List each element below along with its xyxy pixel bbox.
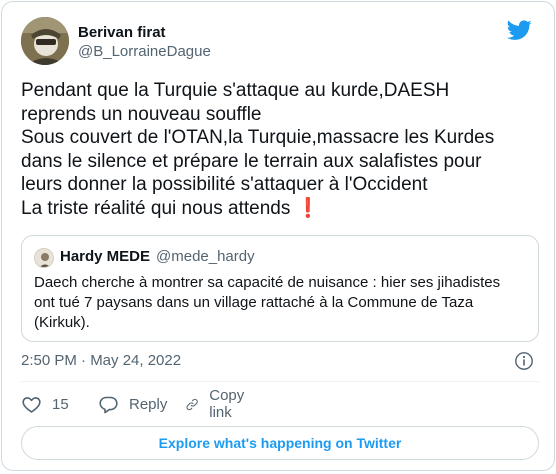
- copy-link-label: Copy link: [209, 387, 245, 421]
- tweet-text: Pendant que la Turquie s'attaque au kurd…: [21, 79, 541, 220]
- quoted-avatar[interactable]: [34, 248, 54, 268]
- tweet-card: Berivan firat @B_LorraineDague Pendant q…: [1, 1, 555, 471]
- reply-button[interactable]: Reply: [98, 391, 167, 417]
- quoted-line: Daech cherche à montrer sa capacité de n…: [34, 274, 501, 291]
- quoted-line: (Kirkuk).: [34, 314, 90, 331]
- tweet-line-last: La triste réalité qui nous attends ❗: [21, 197, 541, 221]
- author-name[interactable]: Berivan firat: [78, 23, 166, 43]
- tweet-line: La triste réalité qui nous attends: [21, 197, 291, 219]
- link-icon: [186, 398, 198, 410]
- info-icon[interactable]: [514, 351, 534, 371]
- tweet-line: Pendant que la Turquie s'attaque au kurd…: [21, 80, 450, 101]
- tweet-line: dans le silence et prépare le terrain au…: [21, 150, 482, 172]
- avatar[interactable]: [21, 17, 69, 65]
- tweet-line: Sous couvert de l'OTAN,la Turquie,massac…: [21, 127, 495, 148]
- tweet-line: leurs donner la possibilité s'attaquer à…: [21, 174, 428, 195]
- quoted-author-handle[interactable]: @mede_hardy: [156, 247, 255, 267]
- copy-link-button[interactable]: Copy link: [185, 387, 251, 421]
- explore-twitter-button[interactable]: Explore what's happening on Twitter: [21, 426, 539, 460]
- like-count: 15: [52, 395, 69, 413]
- quoted-line: ont tué 7 paysans dans un village rattac…: [34, 294, 474, 311]
- quoted-tweet[interactable]: Hardy MEDE @mede_hardy Daech cherche à m…: [21, 235, 539, 342]
- quoted-tweet-text: Daech cherche à montrer sa capacité de n…: [34, 273, 528, 333]
- divider: [21, 381, 539, 382]
- tweet-line: reprends un nouveau souffle: [21, 103, 262, 125]
- like-button[interactable]: 15: [21, 391, 69, 417]
- heart-icon: [22, 396, 41, 413]
- twitter-bird-icon[interactable]: [507, 20, 532, 41]
- quoted-author-name[interactable]: Hardy MEDE: [60, 247, 150, 267]
- reply-label: Reply: [129, 395, 168, 413]
- author-handle[interactable]: @B_LorraineDague: [78, 42, 211, 62]
- exclamation-emoji: ❗: [296, 197, 321, 219]
- reply-bubble-icon: [99, 396, 118, 413]
- tweet-timestamp[interactable]: 2:50 PM · May 24, 2022: [21, 351, 181, 371]
